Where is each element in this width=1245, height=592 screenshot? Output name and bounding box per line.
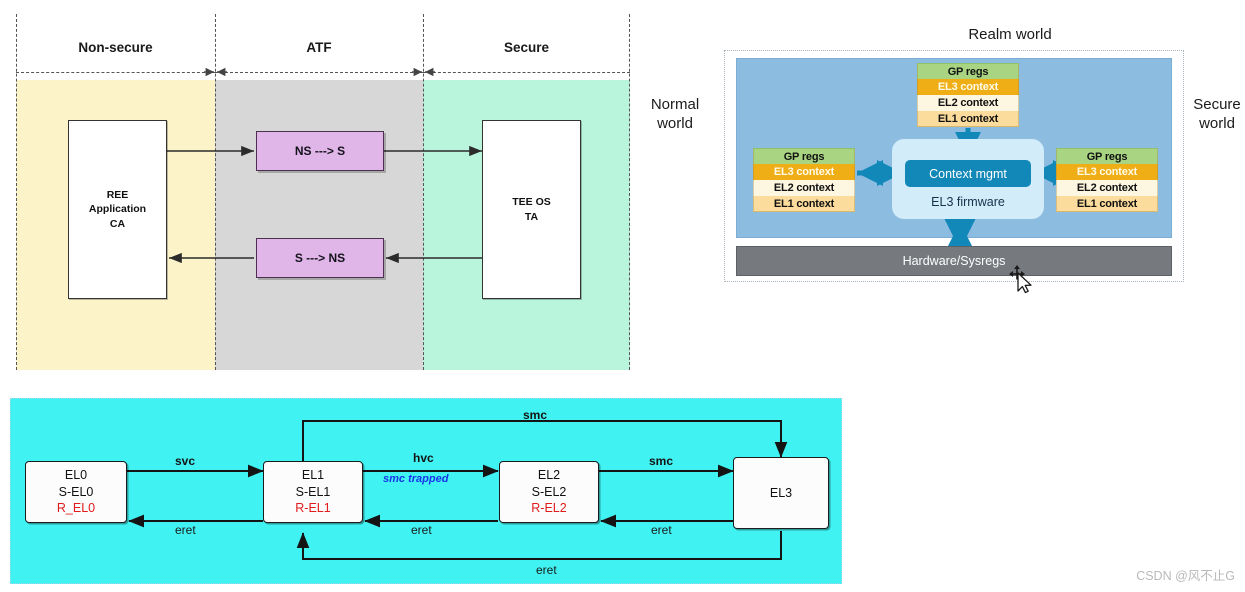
secure-world-line-2: world	[1199, 114, 1235, 132]
context-mgmt-box: Context mgmt	[905, 160, 1031, 187]
secure-world-line-1: Secure	[1193, 96, 1241, 113]
normal-world-context-stack: GP regs EL3 context EL2 context EL1 cont…	[753, 148, 855, 212]
edge-label-svc: svc	[175, 454, 196, 468]
node-el0: EL0 S-EL0 R_EL0	[25, 461, 127, 523]
normal-world-line-2: world	[657, 114, 693, 132]
node-el2-line-3: R-EL2	[531, 501, 567, 516]
tee-line-2: TA	[524, 210, 539, 223]
stack-cell-el2-context: EL2 context	[1056, 180, 1158, 196]
node-el3-line-1: EL3	[769, 485, 793, 500]
node-el1: EL1 S-EL1 R-EL1	[263, 461, 363, 523]
normal-world-label: Normal world	[632, 96, 718, 134]
node-el3: EL3	[733, 457, 829, 529]
stack-cell-el1-context: EL1 context	[1056, 196, 1158, 212]
node-el0-line-3: R_EL0	[56, 501, 96, 516]
ree-line-2: Application	[88, 203, 147, 216]
node-el2-line-1: EL2	[537, 467, 561, 482]
node-el1-line-3: R-EL1	[295, 501, 331, 516]
node-el0-line-1: EL0	[64, 467, 88, 482]
edge-label-smc-el2-el3: smc	[649, 454, 674, 468]
el3-firmware-context-diagram: Realm world Context mgmt EL3 firmware GP…	[620, 14, 1245, 304]
stack-cell-gp-regs: GP regs	[917, 63, 1019, 79]
el3-firmware-label: EL3 firmware	[931, 195, 1005, 209]
secure-world-label: Secure world	[1188, 96, 1245, 134]
ns-to-s-box: NS ---> S	[256, 131, 384, 171]
node-el1-line-1: EL1	[301, 467, 325, 482]
ree-line-1: REE	[106, 189, 129, 202]
stack-cell-el3-context: EL3 context	[1056, 164, 1158, 180]
stack-cell-el1-context: EL1 context	[917, 111, 1019, 127]
ree-line-3: CA	[109, 217, 126, 230]
node-el1-line-2: S-EL1	[295, 484, 331, 499]
stack-cell-el3-context: EL3 context	[917, 79, 1019, 95]
stack-cell-gp-regs: GP regs	[1056, 148, 1158, 164]
exception-level-transition-diagram: EL0 S-EL0 R_EL0 EL1 S-EL1 R-EL1 EL2 S-EL…	[10, 398, 842, 584]
stack-cell-el2-context: EL2 context	[917, 95, 1019, 111]
csdn-watermark: CSDN @风不止G	[1136, 569, 1235, 583]
secure-world-context-stack: GP regs EL3 context EL2 context EL1 cont…	[1056, 148, 1158, 212]
hardware-sysregs-bar: Hardware/Sysregs	[736, 246, 1172, 276]
screenshot-canvas: Non-secure ATF Secure S --> S -> TEE -->…	[0, 0, 1245, 592]
realm-world-context-stack: GP regs EL3 context EL2 context EL1 cont…	[917, 63, 1019, 127]
node-el0-line-2: S-EL0	[58, 484, 94, 499]
node-el2-line-2: S-EL2	[531, 484, 567, 499]
el-transition-arrows	[127, 420, 788, 560]
atf-world-switch-diagram: Non-secure ATF Secure S --> S -> TEE -->…	[8, 14, 630, 370]
tee-line-1: TEE OS	[512, 196, 551, 209]
edge-label-eret-el2-el1: eret	[411, 523, 432, 537]
edge-label-smc-trapped: smc trapped	[383, 473, 449, 485]
edge-label-eret-el1-el0: eret	[175, 523, 196, 537]
tee-os-ta-box: TEE OS TA	[482, 120, 581, 299]
ree-application-ca-box: REE Application CA	[68, 120, 167, 299]
edge-label-smc-el1-el3: smc	[523, 408, 548, 422]
stack-cell-el3-context: EL3 context	[753, 164, 855, 180]
normal-world-line-1: Normal	[650, 96, 700, 113]
stack-cell-gp-regs: GP regs	[753, 148, 855, 164]
edge-label-eret-el3-el2: eret	[651, 523, 672, 537]
node-el2: EL2 S-EL2 R-EL2	[499, 461, 599, 523]
stack-cell-el1-context: EL1 context	[753, 196, 855, 212]
s-to-ns-box: S ---> NS	[256, 238, 384, 278]
edge-label-eret-el3-el1: eret	[536, 563, 557, 577]
stack-cell-el2-context: EL2 context	[753, 180, 855, 196]
edge-label-hvc: hvc	[413, 451, 434, 465]
